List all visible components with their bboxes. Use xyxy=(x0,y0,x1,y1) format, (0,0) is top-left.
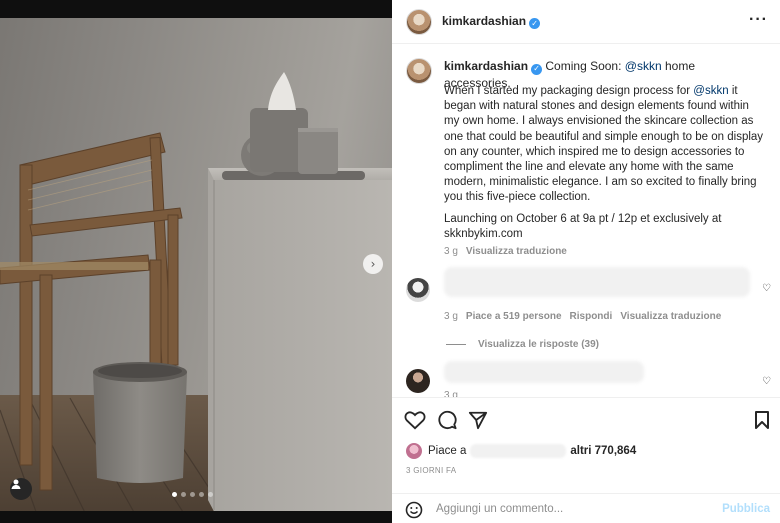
header-user: kimkardashian ✓ xyxy=(442,14,541,29)
frame-top-bar xyxy=(0,0,392,18)
comment-meta: 3 g xyxy=(444,390,458,397)
caption-username[interactable]: kimkardashian xyxy=(444,59,528,73)
caption-body: When I started my packaging design proce… xyxy=(444,84,766,206)
caption-body-part1: When I started my packaging design proce… xyxy=(444,85,694,97)
translate-link[interactable]: Visualizza traduzione xyxy=(620,311,721,322)
chevron-right-icon: › xyxy=(370,257,376,271)
comment-icon[interactable] xyxy=(437,410,457,430)
likes-count[interactable]: altri 770,864 xyxy=(570,445,636,457)
comment-text-redacted xyxy=(444,267,750,297)
replies-divider xyxy=(446,344,466,345)
add-comment-bar: Pubblica xyxy=(392,493,780,523)
caption-meta: 3 g Visualizza traduzione xyxy=(444,246,567,257)
carousel-dot xyxy=(199,492,204,497)
next-image-button[interactable]: › xyxy=(363,254,383,274)
comment-time[interactable]: 3 g xyxy=(444,311,458,322)
carousel-dot xyxy=(190,492,195,497)
avatar[interactable] xyxy=(406,9,432,35)
post-image-art xyxy=(0,72,392,523)
publish-button[interactable]: Pubblica xyxy=(722,503,770,515)
commenter-avatar[interactable] xyxy=(406,369,430,393)
like-comment-heart-icon[interactable]: ♡ xyxy=(762,376,771,387)
view-replies-label: Visualizza le risposte (39) xyxy=(478,339,599,350)
heart-icon[interactable] xyxy=(404,410,426,430)
caption-avatar[interactable] xyxy=(406,58,432,84)
likes-prefix: Piace a xyxy=(428,445,467,457)
liker-avatar xyxy=(406,443,422,459)
like-comment-heart-icon[interactable]: ♡ xyxy=(762,283,771,294)
user-icon xyxy=(11,479,21,489)
emoji-icon[interactable] xyxy=(405,501,423,519)
carousel-indicator xyxy=(172,492,213,497)
more-options-icon[interactable]: ··· xyxy=(749,12,768,28)
view-replies-link[interactable]: Visualizza le risposte (39) xyxy=(446,339,599,350)
bookmark-icon[interactable] xyxy=(754,410,770,430)
liker-name-redacted xyxy=(470,444,567,458)
carousel-dot xyxy=(181,492,186,497)
comment-text-redacted xyxy=(444,361,644,383)
verified-badge-icon: ✓ xyxy=(529,18,541,29)
post-sidebar: kimkardashian ✓ ··· kimkardashian ✓ Coming… xyxy=(392,0,780,523)
caption-title-prefix: Coming Soon: xyxy=(545,59,625,73)
post-header: kimkardashian ✓ ··· xyxy=(392,0,780,44)
post-timestamp[interactable]: 3 GIORNI FA xyxy=(406,466,456,475)
comment-likes[interactable]: Piace a 519 persone xyxy=(466,311,562,322)
likes-summary[interactable]: Piace a altri 770,864 xyxy=(406,443,636,459)
mention-link[interactable]: @skkn xyxy=(625,59,662,73)
caption-body-part2: it began with natural stones and design … xyxy=(444,85,764,204)
post-image[interactable]: › xyxy=(0,0,392,523)
mention-link[interactable]: @skkn xyxy=(693,85,728,97)
frame-bottom-bar xyxy=(0,511,392,523)
comment-time[interactable]: 3 g xyxy=(444,390,458,397)
verified-badge-icon: ✓ xyxy=(531,63,543,75)
translate-link[interactable]: Visualizza traduzione xyxy=(466,246,567,257)
reply-button[interactable]: Rispondi xyxy=(570,311,613,322)
share-icon[interactable] xyxy=(468,410,488,430)
comments-area[interactable]: kimkardashian ✓ Coming Soon: @skkn home a… xyxy=(392,45,780,397)
comment-input[interactable] xyxy=(436,503,696,515)
tagged-users-button[interactable] xyxy=(10,478,32,500)
carousel-dot xyxy=(172,492,177,497)
post-actions xyxy=(392,397,780,441)
caption-launch: Launching on October 6 at 9a pt / 12p et… xyxy=(444,213,722,241)
comment-meta: 3 g Piace a 519 persone Rispondi Visualizza… xyxy=(444,311,721,322)
carousel-dot xyxy=(208,492,213,497)
header-username[interactable]: kimkardashian xyxy=(442,14,526,28)
commenter-avatar[interactable] xyxy=(406,278,430,302)
caption-time[interactable]: 3 g xyxy=(444,246,458,257)
